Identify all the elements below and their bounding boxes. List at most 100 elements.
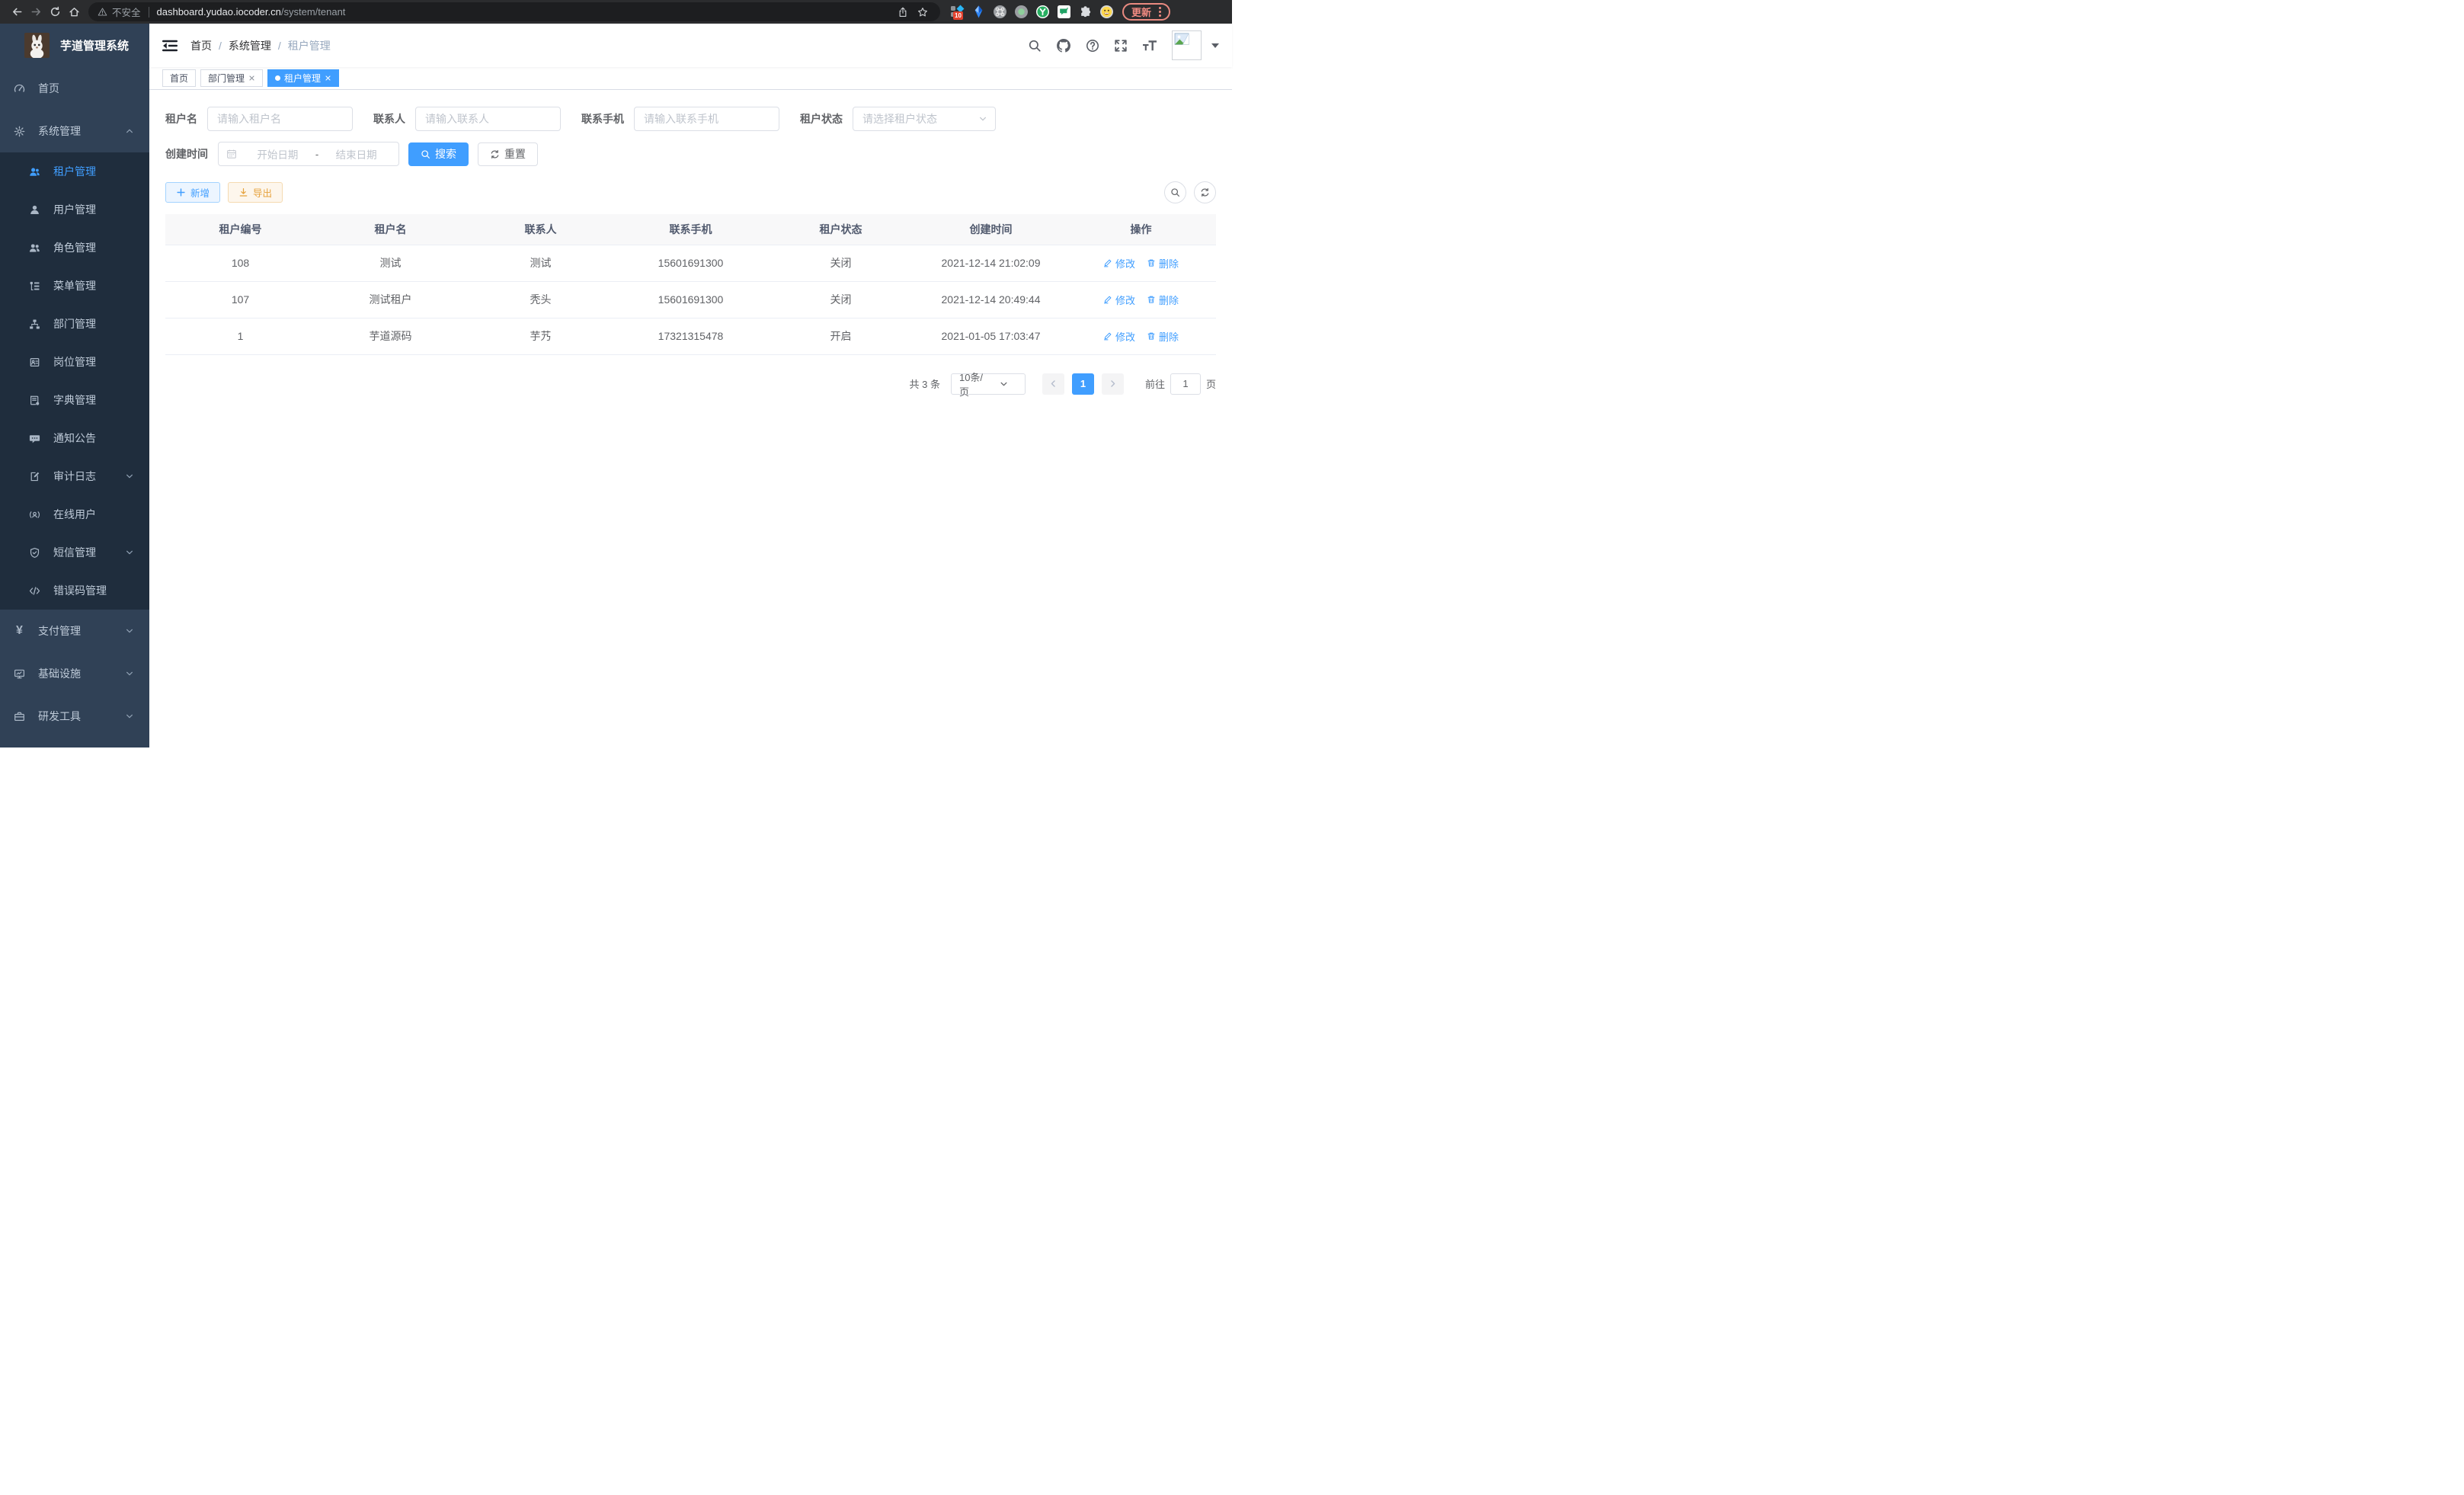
extension-grid-icon[interactable]: 10	[951, 5, 964, 18]
goto-page-input[interactable]	[1170, 373, 1201, 395]
browser-home-button[interactable]	[65, 2, 84, 21]
cell-created: 2021-12-14 21:02:09	[916, 245, 1066, 281]
reset-button[interactable]: 重置	[478, 142, 538, 166]
toggle-search-button[interactable]	[1164, 181, 1186, 203]
trash-icon	[1147, 295, 1156, 304]
browser-back-button[interactable]	[8, 2, 27, 21]
add-button[interactable]: 新增	[165, 182, 220, 203]
delete-link[interactable]: 删除	[1147, 329, 1179, 344]
extension-yapi-icon[interactable]	[1036, 5, 1049, 18]
browser-forward-button[interactable]	[27, 2, 46, 21]
sidebar-item-label: 首页	[38, 81, 59, 96]
home-icon	[69, 6, 80, 18]
sidebar-item-system[interactable]: 系统管理	[0, 110, 149, 152]
app-logo[interactable]: 芋道管理系统	[0, 24, 149, 67]
chevron-right-icon	[1109, 379, 1117, 388]
sidebar-item-devtool[interactable]: 研发工具	[0, 695, 149, 738]
refresh-table-button[interactable]	[1194, 181, 1216, 203]
mobile-input[interactable]	[634, 107, 779, 131]
edit-link[interactable]: 修改	[1103, 293, 1135, 307]
badge-icon	[29, 357, 40, 368]
contact-input[interactable]	[415, 107, 561, 131]
edit-link[interactable]: 修改	[1103, 256, 1135, 271]
fullscreen-icon[interactable]	[1114, 39, 1128, 53]
cell-actions: 修改删除	[1066, 318, 1216, 354]
sidebar-item-role[interactable]: 角色管理	[0, 229, 149, 267]
sidebar-collapse-icon[interactable]	[162, 39, 178, 53]
sidebar-item-menu[interactable]: 菜单管理	[0, 267, 149, 305]
browser-menu-icon[interactable]	[1159, 11, 1161, 13]
cell-id: 108	[165, 245, 315, 281]
create-time-range-picker[interactable]: 开始日期 - 结束日期	[218, 142, 399, 166]
sidebar-item-dict[interactable]: 字典管理	[0, 381, 149, 419]
avatar-caret-icon[interactable]	[1211, 43, 1219, 48]
url-host: dashboard.yudao.iocoder.cn	[157, 6, 281, 18]
sidebar-item-audit[interactable]: 审计日志	[0, 457, 149, 495]
trash-icon	[1147, 331, 1156, 341]
extension-chat-icon[interactable]	[1058, 5, 1070, 18]
sidebar-item-post[interactable]: 岗位管理	[0, 343, 149, 381]
cell-status: 开启	[766, 318, 916, 354]
sidebar-item-tenant[interactable]: 租户管理	[0, 152, 149, 190]
prev-page-button[interactable]	[1042, 373, 1064, 395]
sidebar-item-infra[interactable]: 基础设施	[0, 652, 149, 695]
sidebar-item-errcode[interactable]: 错误码管理	[0, 571, 149, 610]
search-button[interactable]: 搜索	[408, 142, 469, 166]
sidebar-item-sms[interactable]: 短信管理	[0, 533, 149, 571]
header-search-icon[interactable]	[1028, 39, 1042, 53]
extension-puzzle-icon[interactable]	[1079, 5, 1092, 18]
bookmark-star-icon[interactable]	[917, 7, 928, 18]
cell-contact: 芋艿	[466, 318, 616, 354]
browser-reload-button[interactable]	[46, 2, 65, 21]
chat-icon	[29, 433, 40, 444]
sidebar-item-home[interactable]: 首页	[0, 67, 149, 110]
page-size-select[interactable]: 10条/页	[951, 373, 1026, 395]
extension-balloon-icon[interactable]	[972, 5, 985, 18]
tab-home[interactable]: 首页	[162, 69, 196, 87]
help-icon[interactable]	[1086, 39, 1099, 53]
breadcrumb-item-home[interactable]: 首页	[190, 38, 212, 53]
gear-icon	[14, 126, 25, 137]
avatar[interactable]	[1172, 30, 1202, 60]
browser-update-button[interactable]: 更新	[1122, 3, 1170, 21]
goto-label: 前往	[1145, 376, 1165, 391]
refresh-icon	[490, 149, 500, 159]
tenant-table-body: 108测试测试15601691300关闭2021-12-14 21:02:09修…	[165, 245, 1216, 354]
sidebar-item-dept[interactable]: 部门管理	[0, 305, 149, 343]
share-icon[interactable]	[898, 7, 908, 18]
contact-label: 联系人	[373, 111, 405, 126]
close-icon[interactable]	[325, 75, 331, 82]
chevron-down-icon	[125, 548, 134, 557]
page-number-1[interactable]: 1	[1072, 373, 1094, 395]
tenant-table: 租户编号 租户名 联系人 联系手机 租户状态 创建时间 操作 108测试测试15…	[165, 214, 1216, 355]
breadcrumb-item-system[interactable]: 系统管理	[229, 38, 271, 53]
tenant-status-select[interactable]: 请选择租户状态	[853, 107, 996, 131]
extension-cmd-icon[interactable]	[994, 5, 1006, 18]
delete-link[interactable]: 删除	[1147, 256, 1179, 271]
export-button[interactable]: 导出	[228, 182, 283, 203]
chevron-down-icon	[989, 379, 1019, 389]
sidebar-item-pay[interactable]: ¥支付管理	[0, 610, 149, 652]
font-size-icon[interactable]	[1142, 38, 1157, 53]
create-time-label: 创建时间	[165, 146, 208, 162]
logo-rabbit-image	[24, 33, 50, 58]
table-row: 107测试租户秃头15601691300关闭2021-12-14 20:49:4…	[165, 281, 1216, 318]
next-page-button[interactable]	[1102, 373, 1124, 395]
tab-dept[interactable]: 部门管理	[200, 69, 263, 87]
tab-tenant[interactable]: 租户管理	[267, 69, 339, 87]
tenant-name-label: 租户名	[165, 111, 197, 126]
app-header: 首页/系统管理/租户管理	[149, 24, 1232, 67]
extension-emoji-icon[interactable]	[1100, 5, 1113, 18]
sidebar-item-user[interactable]: 用户管理	[0, 190, 149, 229]
sidebar-item-label: 用户管理	[53, 202, 96, 217]
tenant-name-input[interactable]	[207, 107, 353, 131]
address-bar[interactable]: 不安全 dashboard.yudao.iocoder.cn/system/te…	[88, 2, 940, 21]
edit-link[interactable]: 修改	[1103, 329, 1135, 344]
close-icon[interactable]	[248, 75, 255, 82]
github-icon[interactable]	[1056, 38, 1071, 53]
sidebar-item-notice[interactable]: 通知公告	[0, 419, 149, 457]
delete-link[interactable]: 删除	[1147, 293, 1179, 307]
extension-recorder-icon[interactable]	[1015, 5, 1028, 18]
sidebar-item-online[interactable]: 在线用户	[0, 495, 149, 533]
sidebar-menu: 首页系统管理租户管理用户管理角色管理菜单管理部门管理岗位管理字典管理通知公告审计…	[0, 67, 149, 738]
